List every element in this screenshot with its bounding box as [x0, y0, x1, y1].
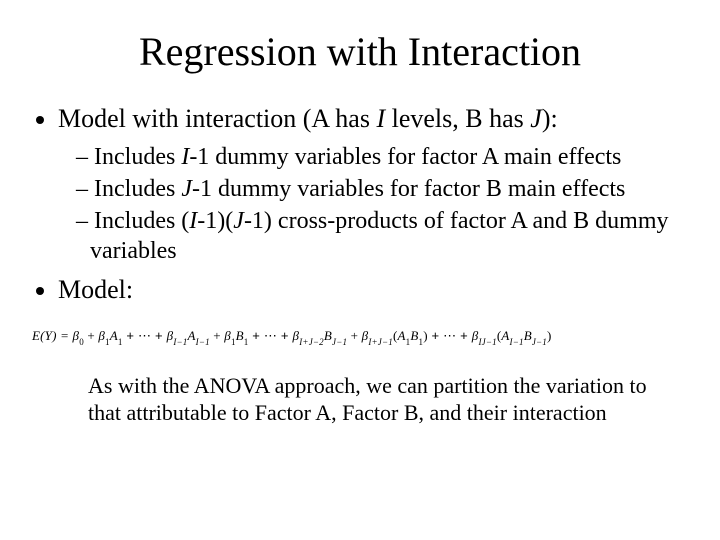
text: -1 dummy variables for factor B main eff… — [192, 176, 625, 202]
text: Includes ( — [94, 208, 189, 234]
var-J: J — [181, 176, 192, 202]
eq-paren: ) — [547, 328, 552, 343]
sub-bullet-factor-b: Includes J-1 dummy variables for factor … — [76, 174, 690, 204]
eq-plus: + — [210, 328, 224, 343]
eq-B: B — [236, 328, 244, 343]
closing-text: As with the ANOVA approach, we can parti… — [88, 372, 668, 427]
eq-sub: I−1 — [173, 337, 187, 347]
eq-sub: 1 — [419, 337, 424, 347]
eq-B: B — [410, 328, 418, 343]
eq-sub: I−1 — [196, 337, 210, 347]
eq-sub: I−1 — [510, 337, 524, 347]
slide-title: Regression with Interaction — [30, 28, 690, 75]
sub-bullet-list: Includes I-1 dummy variables for factor … — [58, 142, 690, 266]
eq-sub: I+J−2 — [299, 337, 324, 347]
eq-sub: 1 — [118, 337, 123, 347]
eq-sub: 1 — [406, 337, 411, 347]
eq-ellipsis: + ⋯ + — [123, 328, 167, 343]
sub-bullet-cross-products: Includes (I-1)(J-1) cross-products of fa… — [76, 206, 690, 266]
eq-A: A — [501, 328, 509, 343]
eq-A: A — [397, 328, 405, 343]
text: Includes — [94, 144, 181, 170]
eq-sub: I+J−1 — [368, 337, 393, 347]
eq-sub: 1 — [105, 337, 110, 347]
eq-sub: IJ−1 — [478, 337, 496, 347]
eq-sub: 1 — [244, 337, 249, 347]
text: Model with interaction (A has — [58, 104, 376, 133]
eq-plus: + — [84, 328, 98, 343]
eq-plus: + — [347, 328, 361, 343]
bullet-list: Model with interaction (A has I levels, … — [30, 103, 690, 306]
text: levels, B has — [385, 104, 530, 133]
eq-sub: 0 — [79, 337, 84, 347]
eq-beta: β — [224, 328, 231, 343]
eq-ellipsis: + ⋯ + — [249, 328, 293, 343]
eq-A: A — [110, 328, 118, 343]
eq-B: B — [524, 328, 532, 343]
var-J: J — [530, 104, 542, 133]
eq-sub: 1 — [231, 337, 236, 347]
eq-sub: J−1 — [532, 337, 547, 347]
text: -1)( — [197, 208, 233, 234]
bullet-model-interaction: Model with interaction (A has I levels, … — [58, 103, 690, 266]
text: ): — [542, 104, 558, 133]
text: -1 dummy variables for factor A main eff… — [189, 144, 621, 170]
var-I: I — [376, 104, 385, 133]
eq-B: B — [324, 328, 332, 343]
model-equation: E(Y) = β0 + β1A1 + ⋯ + βI−1AI−1 + β1B1 +… — [32, 328, 690, 346]
eq-sub: J−1 — [332, 337, 347, 347]
eq-lhs: E(Y) = — [32, 328, 73, 343]
bullet-model: Model: — [58, 274, 690, 307]
text: Includes — [94, 176, 181, 202]
slide: Regression with Interaction Model with i… — [0, 0, 720, 540]
eq-A: A — [187, 328, 195, 343]
var-J: J — [233, 208, 244, 234]
eq-ellipsis: + ⋯ + — [428, 328, 472, 343]
sub-bullet-factor-a: Includes I-1 dummy variables for factor … — [76, 142, 690, 172]
